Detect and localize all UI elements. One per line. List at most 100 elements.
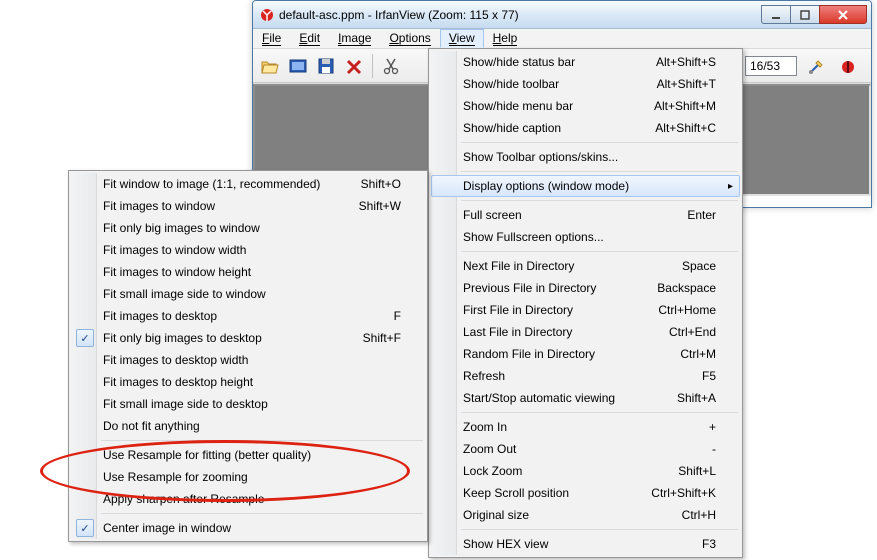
view-menu-item[interactable]: Random File in DirectoryCtrl+M xyxy=(431,343,740,365)
menu-file[interactable]: File xyxy=(253,29,290,48)
check-icon: ✓ xyxy=(76,329,94,347)
view-menu-item[interactable]: Show HEX viewF3 xyxy=(431,533,740,555)
ladybug-icon[interactable] xyxy=(835,53,861,79)
menu-item-shortcut: Shift+L xyxy=(678,464,716,478)
menu-item-label: Fit images to desktop xyxy=(103,309,394,323)
menu-separator xyxy=(461,200,738,201)
menu-item-shortcut: Alt+Shift+T xyxy=(657,77,716,91)
submenu-arrow-icon: ▸ xyxy=(728,181,733,192)
view-menu-item[interactable]: Zoom Out- xyxy=(431,438,740,460)
app-icon xyxy=(259,7,275,23)
view-menu: Show/hide status barAlt+Shift+SShow/hide… xyxy=(428,48,743,558)
view-menu-item[interactable]: Display options (window mode)▸ xyxy=(431,175,740,197)
menu-item-label: Show/hide menu bar xyxy=(463,99,654,113)
menu-options[interactable]: Options xyxy=(380,29,439,48)
menu-separator xyxy=(461,142,738,143)
minimize-button[interactable] xyxy=(761,5,791,24)
display-menu-item[interactable]: Fit images to windowShift+W xyxy=(71,195,425,217)
display-menu-item[interactable]: Use Resample for fitting (better quality… xyxy=(71,444,425,466)
delete-icon[interactable] xyxy=(341,53,367,79)
view-menu-item[interactable]: Next File in DirectorySpace xyxy=(431,255,740,277)
menu-help[interactable]: Help xyxy=(484,29,527,48)
menu-image[interactable]: Image xyxy=(329,29,380,48)
view-menu-item[interactable]: Original sizeCtrl+H xyxy=(431,504,740,526)
view-menu-item[interactable]: Previous File in DirectoryBackspace xyxy=(431,277,740,299)
view-menu-item[interactable]: Lock ZoomShift+L xyxy=(431,460,740,482)
menu-item-shortcut: Ctrl+Home xyxy=(658,303,716,317)
menu-item-shortcut: F3 xyxy=(702,537,716,551)
open-icon[interactable] xyxy=(257,53,283,79)
display-options-submenu: Fit window to image (1:1, recommended)Sh… xyxy=(68,170,428,542)
view-menu-item[interactable]: Show/hide toolbarAlt+Shift+T xyxy=(431,73,740,95)
menu-item-label: Fit images to desktop width xyxy=(103,353,401,367)
display-menu-item[interactable]: Fit only big images to window xyxy=(71,217,425,239)
check-icon: ✓ xyxy=(76,519,94,537)
menu-item-label: Fit only big images to desktop xyxy=(103,331,363,345)
menu-item-label: Do not fit anything xyxy=(103,419,401,433)
display-menu-item[interactable]: Fit images to desktopF xyxy=(71,305,425,327)
display-menu-item[interactable]: Fit images to desktop height xyxy=(71,371,425,393)
menu-item-label: Lock Zoom xyxy=(463,464,678,478)
menu-edit[interactable]: Edit xyxy=(290,29,329,48)
menu-item-label: Zoom In xyxy=(463,420,709,434)
menu-item-label: Previous File in Directory xyxy=(463,281,657,295)
view-menu-item[interactable]: First File in DirectoryCtrl+Home xyxy=(431,299,740,321)
menu-item-label: Fit small image side to desktop xyxy=(103,397,401,411)
view-menu-item[interactable]: Show/hide captionAlt+Shift+C xyxy=(431,117,740,139)
menu-item-label: Show Toolbar options/skins... xyxy=(463,150,716,164)
view-menu-item[interactable]: Show Toolbar options/skins... xyxy=(431,146,740,168)
view-menu-item[interactable]: RefreshF5 xyxy=(431,365,740,387)
save-icon[interactable] xyxy=(313,53,339,79)
menu-item-shortcut: Shift+A xyxy=(677,391,716,405)
close-button[interactable] xyxy=(819,5,867,24)
view-menu-item[interactable]: Show Fullscreen options... xyxy=(431,226,740,248)
titlebar[interactable]: default-asc.ppm - IrfanView (Zoom: 115 x… xyxy=(253,1,871,29)
view-menu-item[interactable]: Last File in DirectoryCtrl+End xyxy=(431,321,740,343)
menu-item-shortcut: Alt+Shift+M xyxy=(654,99,716,113)
menu-separator xyxy=(461,412,738,413)
window-title: default-asc.ppm - IrfanView (Zoom: 115 x… xyxy=(279,8,762,22)
menu-item-shortcut: Backspace xyxy=(657,281,716,295)
menu-item-label: Center image in window xyxy=(103,521,401,535)
view-menu-item[interactable]: Show/hide status barAlt+Shift+S xyxy=(431,51,740,73)
view-menu-item[interactable]: Start/Stop automatic viewingShift+A xyxy=(431,387,740,409)
menubar: File Edit Image Options View Help xyxy=(253,29,871,49)
menu-item-shortcut: Ctrl+End xyxy=(669,325,716,339)
menu-item-label: Refresh xyxy=(463,369,702,383)
view-menu-item[interactable]: Zoom In+ xyxy=(431,416,740,438)
display-menu-item[interactable]: Do not fit anything xyxy=(71,415,425,437)
menu-item-label: Random File in Directory xyxy=(463,347,680,361)
menu-item-label: Fit images to desktop height xyxy=(103,375,401,389)
settings-icon[interactable] xyxy=(803,53,829,79)
menu-separator xyxy=(101,440,423,441)
menu-view[interactable]: View xyxy=(440,29,484,48)
menu-item-label: Last File in Directory xyxy=(463,325,669,339)
display-menu-item[interactable]: Fit images to window width xyxy=(71,239,425,261)
display-menu-item[interactable]: ✓Fit only big images to desktopShift+F xyxy=(71,327,425,349)
menu-item-label: Start/Stop automatic viewing xyxy=(463,391,677,405)
display-menu-item[interactable]: Fit window to image (1:1, recommended)Sh… xyxy=(71,173,425,195)
view-menu-item[interactable]: Keep Scroll positionCtrl+Shift+K xyxy=(431,482,740,504)
menu-item-shortcut: + xyxy=(709,420,716,434)
menu-item-shortcut: F5 xyxy=(702,369,716,383)
view-menu-item[interactable]: Full screenEnter xyxy=(431,204,740,226)
display-menu-item[interactable]: Apply sharpen after Resample xyxy=(71,488,425,510)
display-menu-item[interactable]: Fit images to desktop width xyxy=(71,349,425,371)
display-menu-item[interactable]: Use Resample for zooming xyxy=(71,466,425,488)
view-menu-item[interactable]: Show/hide menu barAlt+Shift+M xyxy=(431,95,740,117)
menu-separator xyxy=(461,529,738,530)
menu-item-shortcut: Alt+Shift+C xyxy=(655,121,716,135)
menu-item-label: Show/hide caption xyxy=(463,121,655,135)
display-menu-item[interactable]: Fit small image side to desktop xyxy=(71,393,425,415)
page-input[interactable] xyxy=(745,56,797,76)
display-menu-item[interactable]: Fit images to window height xyxy=(71,261,425,283)
display-menu-item[interactable]: Fit small image side to window xyxy=(71,283,425,305)
slideshow-icon[interactable] xyxy=(285,53,311,79)
menu-separator xyxy=(461,251,738,252)
menu-item-label: Use Resample for zooming xyxy=(103,470,401,484)
menu-item-label: Use Resample for fitting (better quality… xyxy=(103,448,401,462)
cut-icon[interactable] xyxy=(378,53,404,79)
menu-item-label: Fit window to image (1:1, recommended) xyxy=(103,177,361,191)
maximize-button[interactable] xyxy=(790,5,820,24)
display-menu-item[interactable]: ✓ Center image in window xyxy=(71,517,425,539)
